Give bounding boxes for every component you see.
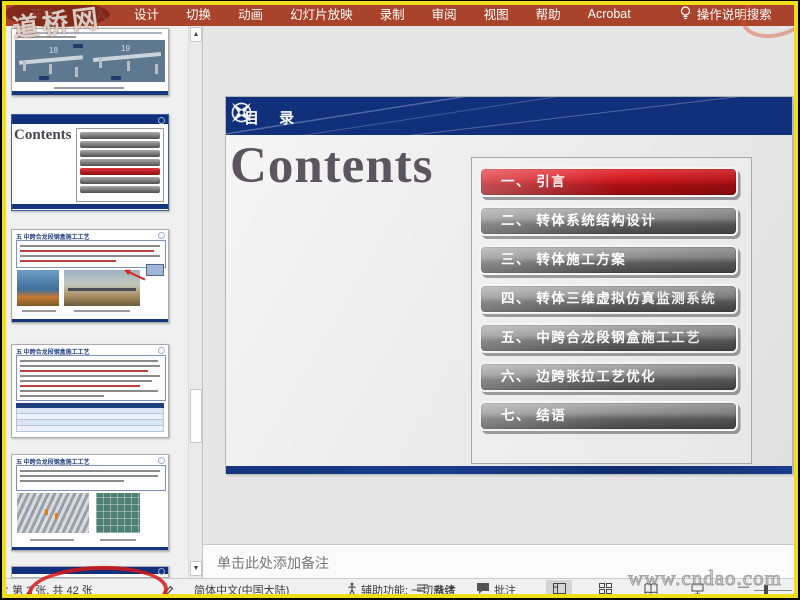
contents-heading[interactable]: Contents xyxy=(230,137,434,195)
mini-table xyxy=(16,403,164,432)
tab-help[interactable]: 帮助 xyxy=(536,4,561,23)
band-diagonal-lines xyxy=(226,97,740,135)
slide-thumbnail-panel: 18 19 Contents 五 中跨合龙段钢盒施工工艺 五 中跨合龙段钢盒施工… xyxy=(2,26,188,578)
tab-acrobat[interactable]: Acrobat xyxy=(588,7,631,21)
mini-logo-icon xyxy=(158,232,165,239)
thumbnail-slide-2-contents[interactable]: Contents xyxy=(11,114,169,211)
diagram-label-18: 18 xyxy=(49,46,58,55)
photo-bridge-site xyxy=(64,270,140,306)
comments-toggle[interactable]: 批注 xyxy=(494,582,516,598)
scrollbar-thumb[interactable] xyxy=(190,389,202,443)
tab-insert[interactable]: 插入 xyxy=(82,4,107,23)
mini-logo-icon xyxy=(158,568,165,575)
search-label: 操作说明搜索 xyxy=(696,8,772,22)
notes-toggle-icon xyxy=(417,584,428,592)
thumbnail-slide-6[interactable] xyxy=(11,566,169,578)
zoom-slider[interactable] xyxy=(754,590,792,591)
toc-item-4[interactable]: 四、 转体三维虚拟仿真监测系统 xyxy=(479,284,738,314)
tab-review[interactable]: 审阅 xyxy=(432,4,457,23)
powerpoint-window: 开始 插入 设计 切换 动画 幻灯片放映 录制 审阅 视图 帮助 Acrobat… xyxy=(2,1,798,598)
zoom-slider-handle[interactable] xyxy=(764,585,768,596)
tab-view[interactable]: 视图 xyxy=(484,4,509,23)
mini-callout xyxy=(146,264,164,276)
scroll-down-button[interactable]: ▼ xyxy=(190,561,202,576)
notes-pane[interactable]: 单击此处添加备注 xyxy=(202,544,798,578)
photo-crane xyxy=(17,270,59,306)
toc-item-5[interactable]: 五、 中跨合龙段钢盒施工工艺 xyxy=(479,323,738,353)
mini-toc-box xyxy=(76,128,164,202)
thumbnail-slide-4[interactable]: 五 中跨合龙段钢盒施工工艺 xyxy=(11,344,169,438)
mini-toc-highlight xyxy=(80,168,160,175)
mini-logo-icon xyxy=(158,457,165,464)
toc-item-7[interactable]: 七、 结语 xyxy=(479,401,738,431)
compass-logo-icon xyxy=(231,102,252,123)
lightbulb-icon xyxy=(680,6,690,20)
slideshow-view-button[interactable] xyxy=(684,580,710,597)
tab-animations[interactable]: 动画 xyxy=(238,4,263,23)
status-bar: 幻灯片 第 2 张, 共 42 张 简体中文(中国大陆) 辅助功能: 一切就绪 … xyxy=(2,578,798,598)
comments-icon xyxy=(477,583,489,594)
slide-sorter-view-button[interactable] xyxy=(592,580,618,597)
tab-design[interactable]: 设计 xyxy=(134,4,159,23)
photo-grid-panel xyxy=(96,493,140,533)
thumbnail-slide-1[interactable]: 18 19 xyxy=(11,28,169,96)
toc-item-3[interactable]: 三、 转体施工方案 xyxy=(479,245,738,275)
tell-me-search[interactable]: 操作说明搜索 xyxy=(680,4,772,23)
slide-editing-canvas: 目 录 Contents 一、 引言 二、 转体系统结构设计 三、 转体施工方案… xyxy=(202,26,798,544)
toc-container: 一、 引言 二、 转体系统结构设计 三、 转体施工方案 四、 转体三维虚拟仿真监… xyxy=(471,157,752,464)
thumbnail-scrollbar[interactable]: ▲ ▼ xyxy=(188,26,202,578)
current-slide[interactable]: 目 录 Contents 一、 引言 二、 转体系统结构设计 三、 转体施工方案… xyxy=(225,96,793,474)
slide-bottom-bar xyxy=(226,466,792,474)
scroll-up-button[interactable]: ▲ xyxy=(190,27,202,42)
pen-icon[interactable] xyxy=(162,582,175,595)
toc-item-1[interactable]: 一、 引言 xyxy=(479,167,738,197)
notes-placeholder: 单击此处添加备注 xyxy=(217,555,329,571)
accessibility-icon xyxy=(348,582,356,595)
language-indicator[interactable]: 简体中文(中国大陆) xyxy=(194,582,289,598)
slide-title-band: 目 录 xyxy=(226,97,792,135)
tab-home[interactable]: 开始 xyxy=(30,4,55,23)
thumbnail-slide-3[interactable]: 五 中跨合龙段钢盒施工工艺 xyxy=(11,229,169,323)
zoom-out-button[interactable]: — xyxy=(738,581,749,593)
notes-toggle[interactable]: 备注 xyxy=(434,582,456,598)
ribbon-tab-bar: 开始 插入 设计 切换 动画 幻灯片放映 录制 审阅 视图 帮助 Acrobat… xyxy=(2,1,798,26)
tab-slideshow[interactable]: 幻灯片放映 xyxy=(290,4,353,23)
slide-counter: 幻灯片 第 2 张, 共 42 张 xyxy=(2,585,93,597)
mini-logo-icon xyxy=(158,117,165,124)
reading-view-button[interactable] xyxy=(638,580,664,597)
mini-contents-title: Contents xyxy=(14,127,72,143)
bridge-diagram: 18 19 xyxy=(15,40,165,82)
tab-record[interactable]: 录制 xyxy=(380,4,405,23)
tab-transitions[interactable]: 切换 xyxy=(186,4,211,23)
normal-view-button[interactable] xyxy=(546,580,572,597)
toc-item-2[interactable]: 二、 转体系统结构设计 xyxy=(479,206,738,236)
mini-logo-icon xyxy=(158,347,165,354)
photo-steel-deck xyxy=(17,493,89,533)
diagram-label-19: 19 xyxy=(121,44,130,53)
thumbnail-slide-5[interactable]: 五 中跨合龙段钢盒施工工艺 xyxy=(11,454,169,551)
toc-item-6[interactable]: 六、 边跨张拉工艺优化 xyxy=(479,362,738,392)
